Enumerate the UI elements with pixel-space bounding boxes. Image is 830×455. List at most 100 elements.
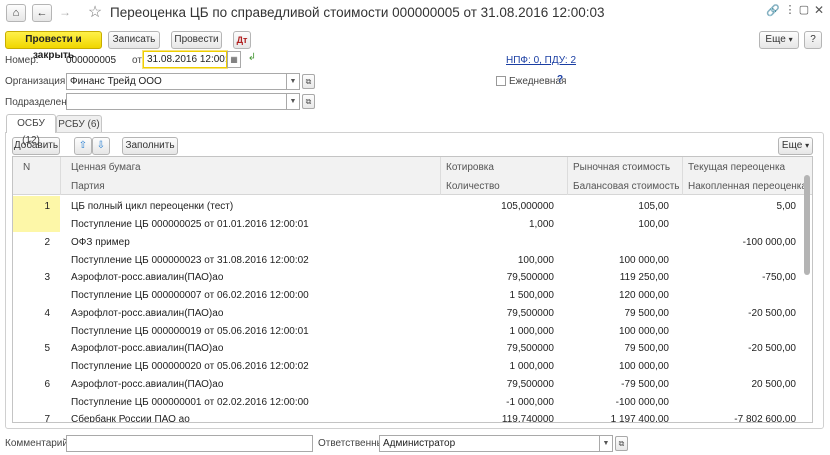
cell-balance[interactable]: -100 000,00 xyxy=(573,397,669,408)
cell-market[interactable]: 79 500,00 xyxy=(573,343,670,354)
table-row[interactable]: 6 Аэрофлот-росс.авиалин(ПАО)ао Поступление… xyxy=(13,374,812,410)
col-accum-header[interactable]: Накопленная переоценка xyxy=(688,181,807,192)
cell-reval[interactable]: -20 500,00 xyxy=(688,343,796,354)
more-button[interactable]: Еще ▾ xyxy=(759,31,799,49)
cell-balance[interactable]: 100 000,00 xyxy=(573,255,669,266)
cell-balance[interactable]: 120 000,00 xyxy=(573,290,669,301)
cell-quote[interactable]: 79,500000 xyxy=(446,272,554,283)
col-balance-header[interactable]: Балансовая стоимость xyxy=(573,181,680,192)
cell-reval[interactable]: 20 500,00 xyxy=(688,379,797,390)
cell-market[interactable]: 105,00 xyxy=(573,201,669,212)
cell-quote[interactable]: 105,000000 xyxy=(446,201,554,212)
home-button[interactable]: ⌂ xyxy=(6,4,26,22)
organization-open-button[interactable]: ⧉ xyxy=(302,74,315,89)
save-button[interactable]: Записать xyxy=(108,31,160,49)
post-button[interactable]: Провести xyxy=(171,31,222,49)
cell-market[interactable]: 79 500,00 xyxy=(573,308,670,319)
cell-balance[interactable]: 100 000,00 xyxy=(573,361,669,372)
table-row[interactable]: 3 Аэрофлот-росс.авиалин(ПАО)ао Поступление… xyxy=(13,267,812,303)
cell-batch[interactable]: Поступление ЦБ 000000007 от 06.02.2016 1… xyxy=(71,290,431,301)
cell-quote[interactable]: 119,740000 xyxy=(446,414,554,422)
organization-input[interactable]: Финанс Трейд ООО xyxy=(66,73,287,90)
col-security-header[interactable]: Ценная бумага xyxy=(71,162,141,173)
cell-security[interactable]: Аэрофлот-росс.авиалин(ПАО)ао xyxy=(71,343,431,354)
cell-batch[interactable]: Поступление ЦБ 000000023 от 31.08.2016 1… xyxy=(71,255,431,266)
comment-input[interactable] xyxy=(66,435,313,452)
col-n-header[interactable]: N xyxy=(23,162,30,173)
date-input[interactable]: 31.08.2016 12:00:03 xyxy=(143,51,227,68)
cell-batch[interactable]: Поступление ЦБ 000000025 от 01.01.2016 1… xyxy=(71,219,431,230)
cell-market[interactable]: 1 197 400,00 xyxy=(573,414,669,422)
cell-security[interactable]: Аэрофлот-росс.авиалин(ПАО)ао xyxy=(71,308,431,319)
cell-batch[interactable]: Поступление ЦБ 000000001 от 02.02.2016 1… xyxy=(71,397,431,408)
responsible-open-button[interactable]: ⧉ xyxy=(615,436,628,451)
responsible-input[interactable]: Администратор xyxy=(379,435,600,452)
cell-market[interactable]: 119 250,00 xyxy=(573,272,669,283)
dt-kt-report-button[interactable]: Дт xyxy=(233,31,251,49)
cell-reval[interactable]: -100 000,00 xyxy=(688,237,796,248)
tab-rsbu[interactable]: РСБУ (6) xyxy=(56,115,102,133)
cell-balance[interactable]: 100,00 xyxy=(573,219,669,230)
department-input[interactable] xyxy=(66,93,287,110)
cell-qty[interactable]: 1,000 xyxy=(446,219,554,230)
window-menu-icon[interactable]: ⋮ xyxy=(784,3,796,16)
cell-security[interactable]: Сбербанк России ПАО ао xyxy=(71,414,431,422)
table-more-button[interactable]: Еще ▾ xyxy=(778,137,813,155)
table-row[interactable]: 1 ЦБ полный цикл переоценки (тест) Поступл… xyxy=(13,196,812,232)
move-up-button[interactable]: ⇧ xyxy=(74,137,92,155)
forward-button[interactable]: → xyxy=(56,5,74,19)
responsible-dropdown-button[interactable]: ▼ xyxy=(600,435,613,452)
table-row[interactable]: 4 Аэрофлот-росс.авиалин(ПАО)ао Поступление… xyxy=(13,303,812,339)
tab-osbu[interactable]: ОСБУ (12) xyxy=(6,114,56,146)
table-row[interactable]: 2 ОФЗ пример Поступление ЦБ 000000023 от 3… xyxy=(13,232,812,268)
department-open-button[interactable]: ⧉ xyxy=(302,94,315,109)
maximize-icon[interactable]: ▢ xyxy=(798,3,810,16)
cell-security[interactable]: Аэрофлот-росс.авиалин(ПАО)ао xyxy=(71,272,431,283)
cell-batch[interactable]: Поступление ЦБ 000000019 от 05.06.2016 1… xyxy=(71,326,431,337)
calendar-button[interactable]: ▦ xyxy=(227,51,241,68)
refresh-arrow-icon[interactable]: ↲ xyxy=(246,52,258,63)
department-dropdown-button[interactable]: ▼ xyxy=(287,93,300,110)
organization-dropdown-button[interactable]: ▼ xyxy=(287,73,300,90)
cell-qty[interactable]: 1 000,000 xyxy=(446,361,555,372)
cell-quote[interactable]: 79,500000 xyxy=(446,379,554,390)
fill-button[interactable]: Заполнить xyxy=(122,137,178,155)
table-row[interactable]: 5 Аэрофлот-росс.авиалин(ПАО)ао Поступление… xyxy=(13,338,812,374)
back-button[interactable]: ← xyxy=(32,4,52,22)
organization-label: Организация: xyxy=(5,76,69,87)
cell-security[interactable]: Аэрофлот-росс.авиалин(ПАО)ао xyxy=(71,379,431,390)
cell-reval[interactable]: 5,00 xyxy=(688,201,796,212)
daily-checkbox[interactable] xyxy=(496,76,506,86)
col-batch-header[interactable]: Партия xyxy=(71,181,105,192)
favorite-star-icon[interactable]: ☆ xyxy=(86,2,104,22)
cell-qty[interactable]: -1 000,000 xyxy=(446,397,554,408)
post-and-close-button[interactable]: Провести и закрыть xyxy=(5,31,102,61)
cell-quote[interactable]: 79,500000 xyxy=(446,343,554,354)
col-quote-header[interactable]: Котировка xyxy=(446,162,494,173)
row-number: 1 xyxy=(44,201,50,212)
col-market-header[interactable]: Рыночная стоимость xyxy=(573,162,670,173)
daily-help-link[interactable]: ? xyxy=(557,74,563,85)
cell-qty[interactable]: 1 500,000 xyxy=(446,290,555,301)
tax-link[interactable]: НПФ: 0, ПДУ: 2 xyxy=(506,55,576,66)
cell-balance[interactable]: 100 000,00 xyxy=(573,326,669,337)
cell-reval[interactable]: -7 802 600,00 xyxy=(688,414,796,422)
cell-reval[interactable]: -750,00 xyxy=(688,272,796,283)
col-reval-header[interactable]: Текущая переоценка xyxy=(688,162,785,173)
securities-table[interactable]: N Ценная бумага Партия Котировка Количес… xyxy=(12,156,813,423)
cell-reval[interactable]: -20 500,00 xyxy=(688,308,796,319)
col-qty-header[interactable]: Количество xyxy=(446,181,500,192)
cell-batch[interactable]: Поступление ЦБ 000000020 от 05.06.2016 1… xyxy=(71,361,431,372)
close-icon[interactable]: ✕ xyxy=(813,3,825,17)
cell-security[interactable]: ОФЗ пример xyxy=(71,237,431,248)
cell-qty[interactable]: 1 000,000 xyxy=(446,326,555,337)
link-icon[interactable]: 🔗 xyxy=(766,4,780,17)
cell-qty[interactable]: 100,000 xyxy=(446,255,554,266)
vertical-scrollbar-thumb[interactable] xyxy=(804,175,810,275)
move-down-button[interactable]: ⇩ xyxy=(92,137,110,155)
cell-security[interactable]: ЦБ полный цикл переоценки (тест) xyxy=(71,201,431,212)
cell-quote[interactable]: 79,500000 xyxy=(446,308,554,319)
help-button[interactable]: ? xyxy=(804,31,822,49)
cell-market[interactable]: -79 500,00 xyxy=(573,379,669,390)
table-row[interactable]: 7 Сбербанк России ПАО ао 119,740000 1 197 4… xyxy=(13,409,812,422)
